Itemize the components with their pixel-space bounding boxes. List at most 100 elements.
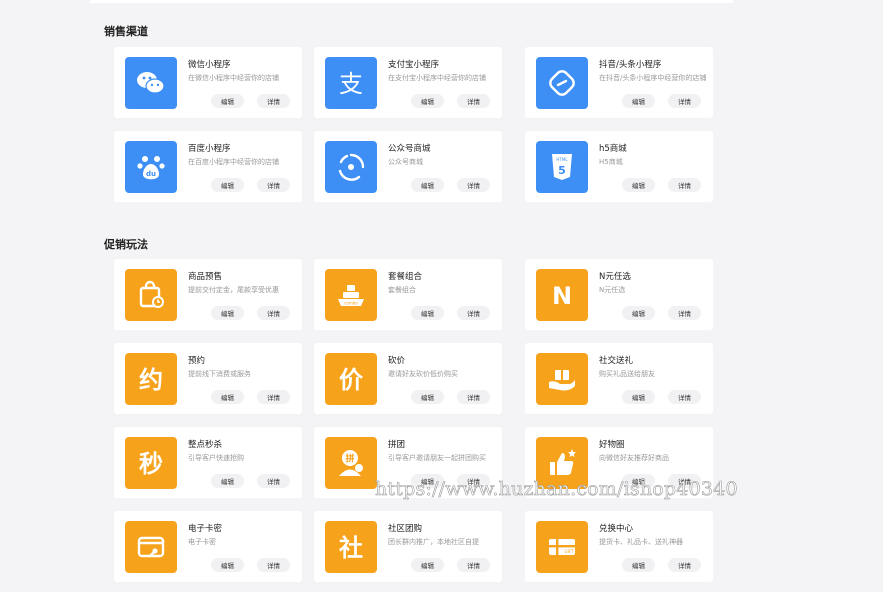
card-description: 电子卡密: [188, 538, 216, 546]
card-description: 套餐组合: [388, 286, 416, 294]
detail-button[interactable]: 详情: [668, 306, 701, 320]
card-combo[interactable]: combo 套餐组合 套餐组合 编辑 详情: [314, 259, 502, 330]
card-name: 抖音/头条小程序: [599, 60, 662, 70]
card-description: 引导客户快速抢购: [188, 454, 244, 462]
edit-button[interactable]: 编辑: [211, 178, 244, 192]
card-name: 电子卡密: [188, 524, 223, 534]
flash-sale-icon: 秒: [125, 437, 177, 489]
edit-button[interactable]: 编辑: [622, 306, 655, 320]
appointment-icon: 约: [125, 353, 177, 405]
edit-button[interactable]: 编辑: [411, 306, 444, 320]
svg-text:支: 支: [339, 70, 363, 98]
card-name: 微信小程序: [188, 60, 231, 70]
detail-button[interactable]: 详情: [668, 178, 701, 192]
presale-bag-icon: [125, 269, 177, 321]
svg-text:N: N: [552, 282, 572, 310]
svg-text:拼: 拼: [345, 453, 354, 465]
card-name: 拼团: [388, 440, 406, 450]
card-name: 套餐组合: [388, 272, 423, 282]
e-card-icon: [125, 521, 177, 573]
card-description: 公众号商城: [388, 158, 423, 166]
bargain-icon: 价: [325, 353, 377, 405]
edit-button[interactable]: 编辑: [411, 558, 444, 572]
card-name: 公众号商城: [388, 144, 431, 154]
card-n-letter[interactable]: N N元任选 N元任选编辑 详情: [525, 259, 713, 330]
card-bargain[interactable]: 价 砍价 邀请好友砍价低价购买 编辑 详情: [314, 343, 502, 414]
detail-button[interactable]: 详情: [457, 178, 490, 192]
detail-button[interactable]: 详情: [257, 178, 290, 192]
baidu-paw-icon: du: [125, 141, 177, 193]
detail-button[interactable]: 详情: [257, 474, 290, 488]
watermark-text: https://www.huzhan.com/ishop40340: [375, 478, 738, 501]
card-description: 向微信好友推荐好商品: [599, 454, 669, 462]
edit-button[interactable]: 编辑: [211, 558, 244, 572]
svg-text:5: 5: [558, 164, 566, 177]
card-description: 提货卡、礼品卡、送礼神器: [599, 538, 683, 546]
card-community-bag[interactable]: 社 社区团购团长群内推广，本地社区自提编辑 详情: [314, 511, 502, 582]
card-name: 社区团购: [388, 524, 423, 534]
card-description: 在微信小程序中经营你的店铺: [188, 74, 279, 82]
edit-button[interactable]: 编辑: [622, 390, 655, 404]
svg-text:HTML: HTML: [556, 157, 568, 162]
edit-button[interactable]: 编辑: [211, 94, 244, 108]
edit-button[interactable]: 编辑: [411, 390, 444, 404]
edit-button[interactable]: 编辑: [622, 94, 655, 108]
edit-button[interactable]: 编辑: [622, 178, 655, 192]
wechat-icon: [125, 57, 177, 109]
card-name: 支付宝小程序: [388, 60, 440, 70]
section-title-promotions: 促销玩法: [104, 238, 148, 251]
card-official-account[interactable]: 公众号商城 公众号商城 编辑 详情: [314, 131, 502, 202]
edit-button[interactable]: 编辑: [411, 94, 444, 108]
card-gift-hand[interactable]: 社交送礼 购买礼品送给朋友 编辑 详情: [525, 343, 713, 414]
card-description: 提前线下消费或服务: [188, 370, 251, 378]
detail-button[interactable]: 详情: [457, 94, 490, 108]
card-name: h5商城: [599, 144, 627, 154]
card-description: 团长群内推广，本地社区自提: [388, 538, 479, 546]
gift-card-icon: GIFT: [536, 521, 588, 573]
card-name: N元任选: [599, 272, 631, 282]
detail-button[interactable]: 详情: [457, 306, 490, 320]
combo-icon: combo: [325, 269, 377, 321]
edit-button[interactable]: 编辑: [211, 306, 244, 320]
svg-text:约: 约: [139, 366, 163, 394]
card-flash-sale[interactable]: 秒 整点秒杀引导客户快速抢购编辑 详情: [114, 427, 302, 498]
svg-text:combo: combo: [344, 301, 358, 306]
card-wechat[interactable]: 微信小程序在微信小程序中经营你的店铺编辑 详情: [114, 47, 302, 118]
card-description: 在抖音/头条小程序中经营你的店铺: [599, 74, 707, 82]
edit-button[interactable]: 编辑: [622, 558, 655, 572]
detail-button[interactable]: 详情: [668, 558, 701, 572]
card-appointment[interactable]: 约 预约提前线下消费或服务编辑 详情: [114, 343, 302, 414]
detail-button[interactable]: 详情: [668, 94, 701, 108]
edit-button[interactable]: 编辑: [411, 178, 444, 192]
card-html5[interactable]: HTML 5 h5商城 H5商城编辑 详情: [525, 131, 713, 202]
detail-button[interactable]: 详情: [257, 390, 290, 404]
card-gift-card[interactable]: GIFT 兑换中心 提货卡、礼品卡、送礼神器 编辑 详情: [525, 511, 713, 582]
edit-button[interactable]: 编辑: [211, 474, 244, 488]
detail-button[interactable]: 详情: [257, 558, 290, 572]
card-description: 提前交付定金，尾款享受优惠: [188, 286, 279, 294]
card-name: 整点秒杀: [188, 440, 223, 450]
card-name: 预约: [188, 356, 206, 366]
card-alipay[interactable]: 支 支付宝小程序 在支付宝小程序中经营你的店铺 编辑 详情: [314, 47, 502, 118]
edit-button[interactable]: 编辑: [211, 390, 244, 404]
svg-text:社: 社: [339, 534, 363, 562]
douyin-link-icon: [536, 57, 588, 109]
card-description: N元任选: [599, 286, 626, 294]
detail-button[interactable]: 详情: [457, 390, 490, 404]
card-name: 社交送礼: [599, 356, 634, 366]
card-description: H5商城: [599, 158, 623, 166]
detail-button[interactable]: 详情: [457, 558, 490, 572]
card-name: 好物圈: [599, 440, 625, 450]
card-name: 砍价: [388, 356, 406, 366]
card-e-card[interactable]: 电子卡密 电子卡密 编辑 详情: [114, 511, 302, 582]
card-description: 在百度小程序中经营你的店铺: [188, 158, 279, 166]
svg-text:价: 价: [339, 366, 364, 394]
card-douyin-link[interactable]: 抖音/头条小程序在抖音/头条小程序中经营你的店铺编辑 详情: [525, 47, 713, 118]
detail-button[interactable]: 详情: [257, 94, 290, 108]
card-description: 引导客户邀请朋友一起拼团购买: [388, 454, 486, 462]
card-presale-bag[interactable]: 商品预售 提前交付定金，尾款享受优惠 编辑 详情: [114, 259, 302, 330]
detail-button[interactable]: 详情: [668, 390, 701, 404]
card-name: 百度小程序: [188, 144, 231, 154]
card-baidu-paw[interactable]: du 百度小程序在百度小程序中经营你的店铺编辑 详情: [114, 131, 302, 202]
detail-button[interactable]: 详情: [257, 306, 290, 320]
